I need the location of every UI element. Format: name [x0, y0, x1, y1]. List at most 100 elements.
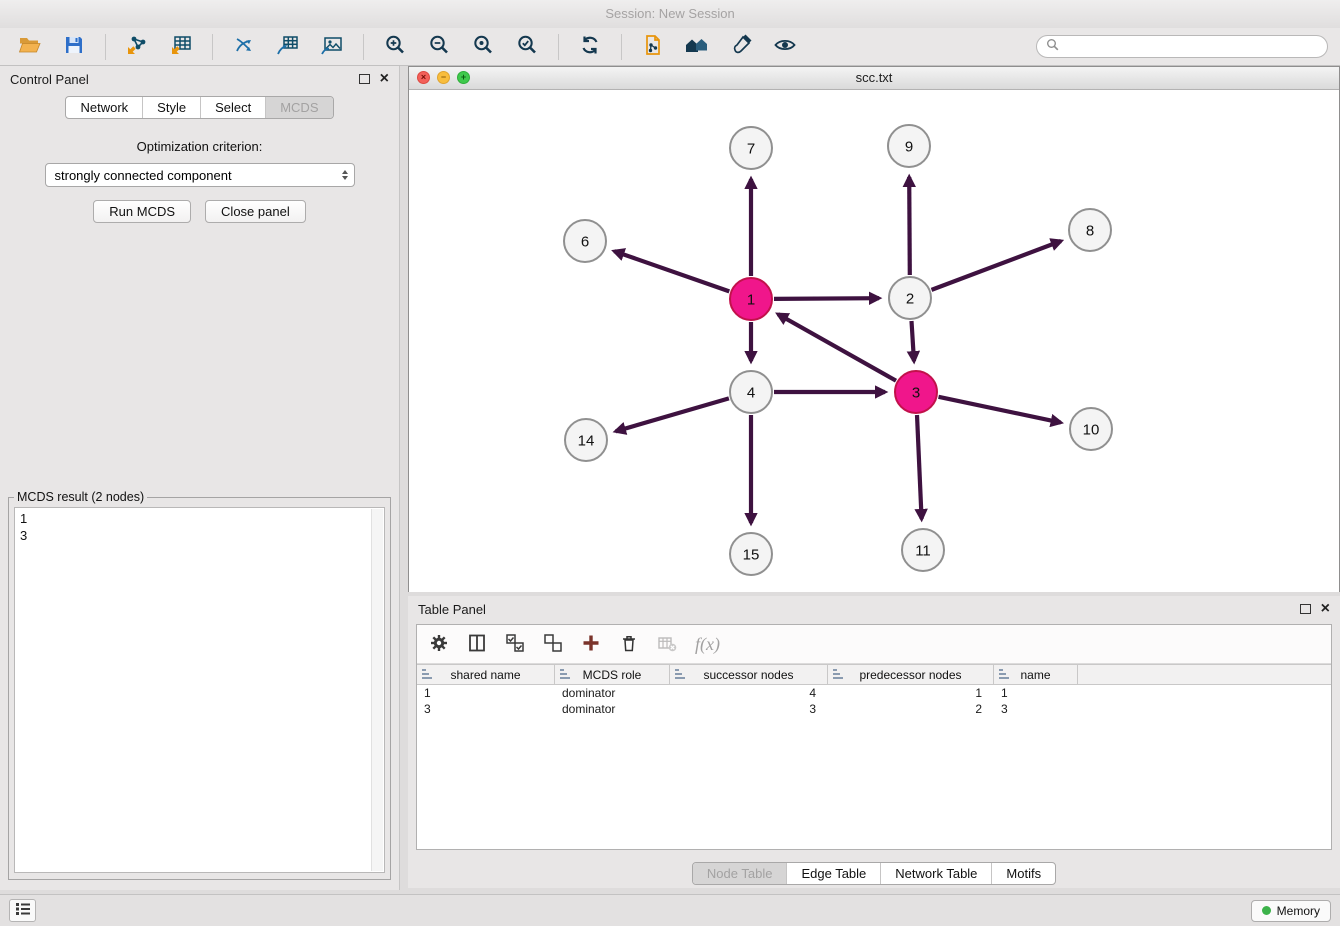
table-header-row: shared name MCDS role successor nodes pr…: [417, 664, 1331, 685]
column-label: successor nodes: [703, 668, 793, 682]
graph-edge-2-9[interactable]: [909, 177, 910, 275]
tab-network-table[interactable]: Network Table: [880, 863, 991, 884]
zoom-in-button[interactable]: [377, 32, 413, 62]
cell-successor-nodes[interactable]: 3: [670, 701, 828, 717]
show-columns-button[interactable]: [467, 633, 487, 656]
graph-edge-2-3[interactable]: [912, 321, 915, 361]
network-window-titlebar: × − + scc.txt: [409, 67, 1339, 90]
window-close-button[interactable]: ×: [417, 71, 430, 84]
column-header-shared-name[interactable]: shared name: [417, 665, 555, 684]
show-hide-button[interactable]: [767, 32, 803, 62]
zoom-fit-icon: [472, 34, 494, 59]
graph-edge-3-10[interactable]: [939, 397, 1061, 423]
import-table-button[interactable]: [163, 32, 199, 62]
search-input[interactable]: [1065, 39, 1318, 55]
cell-name[interactable]: 1: [994, 685, 1078, 701]
column-header-predecessor-nodes[interactable]: predecessor nodes: [828, 665, 994, 684]
toolbar-separator: [558, 34, 559, 60]
refresh-button[interactable]: [572, 32, 608, 62]
window-title: Session: New Session: [605, 6, 734, 21]
network-table-button[interactable]: [270, 32, 306, 62]
cell-predecessor-nodes[interactable]: 2: [828, 701, 994, 717]
zoom-out-button[interactable]: [421, 32, 457, 62]
tab-mcds[interactable]: MCDS: [265, 97, 332, 118]
column-label: predecessor nodes: [859, 668, 961, 682]
cell-shared-name[interactable]: 1: [417, 685, 555, 701]
network-canvas[interactable]: 7968124314101511: [409, 90, 1339, 592]
criterion-dropdown[interactable]: strongly connected component: [45, 163, 355, 187]
float-table-panel-icon[interactable]: [1300, 604, 1311, 614]
home-button[interactable]: [679, 32, 715, 62]
tab-network[interactable]: Network: [66, 97, 142, 118]
sort-icon: [559, 668, 572, 683]
deselect-all-button[interactable]: [543, 633, 563, 656]
graph-edge-1-6[interactable]: [614, 251, 729, 291]
style-brush-button[interactable]: [723, 32, 759, 62]
cell-predecessor-nodes[interactable]: 1: [828, 685, 994, 701]
tab-style[interactable]: Style: [142, 97, 200, 118]
save-session-button[interactable]: [56, 32, 92, 62]
cell-mcds-role[interactable]: dominator: [555, 701, 670, 717]
delete-table-icon: [657, 633, 677, 656]
graph-edge-3-1[interactable]: [778, 314, 896, 381]
zoom-in-icon: [384, 34, 406, 59]
import-network-button[interactable]: [119, 32, 155, 62]
window-minimize-button[interactable]: −: [437, 71, 450, 84]
column-header-mcds-role[interactable]: MCDS role: [555, 665, 670, 684]
column-header-successor-nodes[interactable]: successor nodes: [670, 665, 828, 684]
cell-successor-nodes[interactable]: 4: [670, 685, 828, 701]
table-row[interactable]: 3 dominator 3 2 3: [417, 701, 1331, 717]
cell-shared-name[interactable]: 3: [417, 701, 555, 717]
optimization-criterion-label: Optimization criterion:: [0, 139, 399, 154]
tab-select[interactable]: Select: [200, 97, 265, 118]
float-panel-icon[interactable]: [359, 74, 370, 84]
window-zoom-button[interactable]: +: [457, 71, 470, 84]
select-all-button[interactable]: [505, 633, 525, 656]
dropdown-stepper-icon: [342, 170, 348, 181]
column-label: name: [1020, 668, 1050, 682]
delete-table-button: [657, 633, 677, 656]
table-settings-button[interactable]: [429, 633, 449, 656]
memory-button[interactable]: Memory: [1251, 900, 1331, 922]
graph-edge-4-14[interactable]: [616, 398, 729, 431]
application-window: Session: New Session Control Panel: [0, 0, 1340, 926]
graph-edge-3-11[interactable]: [917, 415, 922, 519]
close-panel-icon[interactable]: ×: [380, 71, 389, 87]
delete-column-button[interactable]: [619, 633, 639, 656]
cell-mcds-role[interactable]: dominator: [555, 685, 670, 701]
table-row[interactable]: 1 dominator 4 1 1: [417, 685, 1331, 701]
result-scrollbar[interactable]: [371, 509, 383, 871]
graph-node-label: 10: [1083, 421, 1100, 438]
criterion-value: strongly connected component: [55, 168, 342, 183]
run-mcds-button[interactable]: Run MCDS: [93, 200, 191, 223]
graph-edge-1-2[interactable]: [774, 298, 879, 299]
sort-icon: [674, 668, 687, 683]
tab-motifs[interactable]: Motifs: [991, 863, 1055, 884]
status-bar: Memory: [0, 894, 1340, 926]
graph-edge-2-8[interactable]: [932, 241, 1062, 290]
open-session-button[interactable]: [12, 32, 48, 62]
add-column-button[interactable]: [581, 633, 601, 656]
tab-edge-table[interactable]: Edge Table: [786, 863, 880, 884]
graph-node-label: 2: [906, 290, 914, 307]
zoom-selected-button[interactable]: [509, 32, 545, 62]
task-history-button[interactable]: [9, 899, 36, 922]
network-share-button[interactable]: [226, 32, 262, 62]
select-all-icon: [505, 633, 525, 656]
column-header-name[interactable]: name: [994, 665, 1078, 684]
sort-icon: [998, 668, 1011, 683]
export-image-button[interactable]: [314, 32, 350, 62]
control-panel-title: Control Panel: [10, 72, 89, 87]
memory-label: Memory: [1277, 904, 1320, 918]
zoom-fit-button[interactable]: [465, 32, 501, 62]
memory-status-icon: [1262, 906, 1271, 915]
close-panel-button[interactable]: Close panel: [205, 200, 306, 223]
cell-name[interactable]: 3: [994, 701, 1078, 717]
first-neighbors-button[interactable]: [635, 32, 671, 62]
close-table-panel-icon[interactable]: ×: [1321, 601, 1330, 617]
column-label: MCDS role: [583, 668, 642, 682]
network-share-icon: [233, 34, 255, 59]
window-titlebar: Session: New Session: [0, 0, 1340, 29]
tab-node-table[interactable]: Node Table: [693, 863, 787, 884]
table-panel-title: Table Panel: [418, 602, 486, 617]
